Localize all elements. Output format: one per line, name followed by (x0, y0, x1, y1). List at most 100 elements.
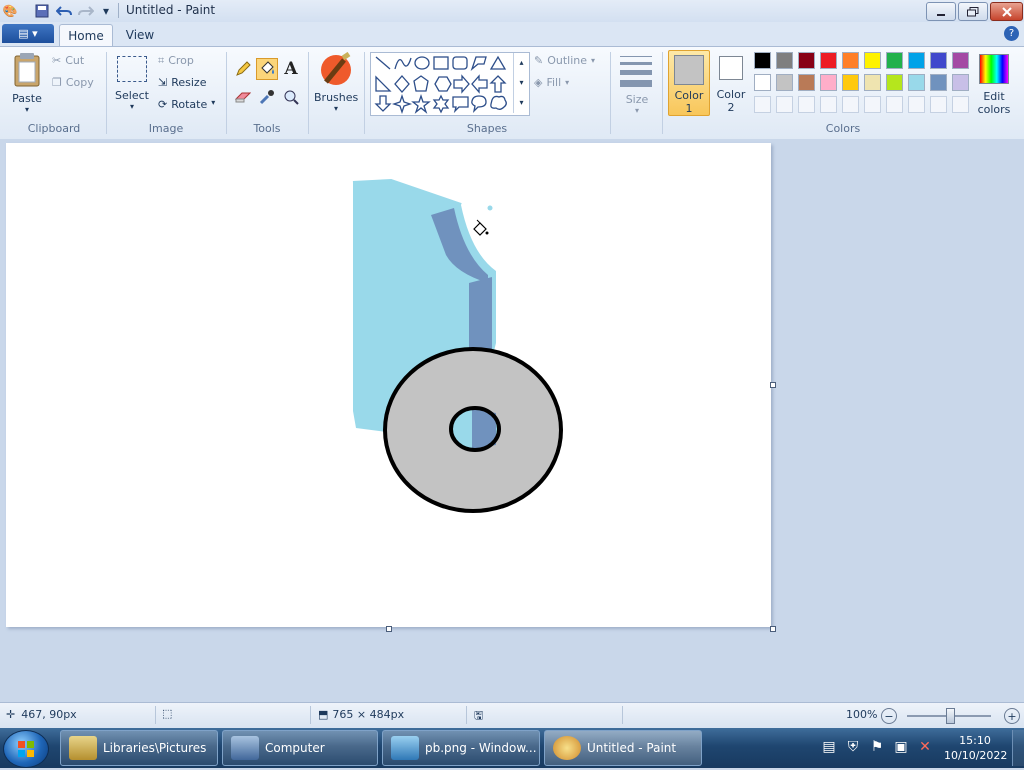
palette-swatch[interactable] (776, 74, 793, 91)
tray-volume-muted-icon[interactable]: ✕ (916, 738, 934, 756)
color-picker-tool[interactable] (256, 86, 278, 108)
paint-icon (553, 736, 581, 760)
tab-home[interactable]: Home (59, 24, 113, 47)
taskbar-item-libraries[interactable]: Libraries\Pictures (60, 730, 218, 766)
palette-swatch[interactable] (798, 52, 815, 69)
oval-callout-shape-icon (471, 95, 487, 113)
palette-swatch[interactable] (952, 74, 969, 91)
up-arrow-shape-icon (489, 75, 507, 93)
palette-swatch[interactable] (842, 74, 859, 91)
start-button[interactable] (3, 730, 49, 768)
triangle-shape-icon (489, 55, 507, 70)
rounded-rectangle-shape-icon (452, 56, 468, 70)
show-desktop-button[interactable] (1012, 730, 1024, 766)
brushes-button[interactable]: Brushes ▾ (314, 51, 358, 114)
eyedropper-icon (259, 90, 274, 105)
text-tool[interactable]: A (280, 58, 302, 80)
palette-swatch[interactable] (952, 52, 969, 69)
shapes-scroll[interactable]: ▴ ▾ ▾ (513, 53, 529, 113)
fill-icon: ◈ (534, 76, 543, 89)
tray-clipboard-icon[interactable]: ▤ (820, 738, 838, 756)
zoom-out-button[interactable]: − (881, 708, 897, 724)
copy-label: Copy (65, 76, 94, 89)
palette-swatch[interactable] (930, 74, 947, 91)
palette-swatch[interactable] (908, 74, 925, 91)
palette-swatch[interactable] (754, 74, 771, 91)
taskbar-item-label: Computer (265, 741, 325, 755)
palette-swatch[interactable] (886, 74, 903, 91)
undo-icon[interactable] (56, 3, 72, 19)
paste-button[interactable]: Paste ▾ (8, 52, 46, 114)
clock[interactable]: 15:10 10/10/2022 (944, 733, 1007, 763)
tray-network-icon[interactable]: ▣ (892, 738, 910, 756)
canvas-drawing (352, 178, 563, 513)
fill-tool[interactable] (256, 58, 278, 80)
outline-button[interactable]: ✎ Outline ▾ (534, 54, 595, 67)
palette-swatch[interactable] (930, 52, 947, 69)
drawing-canvas[interactable] (6, 143, 771, 627)
tray-security-icon[interactable]: ⛨ (844, 738, 862, 756)
tray-flag-icon[interactable]: ⚑ (868, 738, 886, 756)
magnifier-tool[interactable] (280, 86, 302, 108)
pencil-tool[interactable] (232, 58, 254, 80)
size-button[interactable]: Size ▾ (616, 52, 658, 115)
resize-handle-corner[interactable] (770, 626, 776, 632)
cut-button[interactable]: ✂ Cut (52, 54, 84, 67)
resize-handle-bottom[interactable] (386, 626, 392, 632)
palette-swatch[interactable] (886, 52, 903, 69)
eraser-tool[interactable] (232, 86, 254, 108)
redo-icon[interactable] (78, 3, 94, 19)
taskbar-item-computer[interactable]: Computer (222, 730, 378, 766)
palette-swatch[interactable] (820, 74, 837, 91)
taskbar-item-paint[interactable]: Untitled - Paint (544, 730, 702, 766)
zoom-slider-thumb[interactable] (946, 708, 955, 724)
resize-handle-right[interactable] (770, 382, 776, 388)
restore-button[interactable] (958, 2, 988, 21)
palette-swatch[interactable] (864, 52, 881, 69)
rotate-dropdown-icon: ▾ (211, 98, 216, 107)
palette-swatch[interactable] (798, 74, 815, 91)
palette-swatch[interactable] (820, 52, 837, 69)
cursor-position: ✛ 467, 90px (6, 708, 77, 721)
crop-icon: ⌗ (158, 54, 165, 67)
palette-swatch[interactable] (776, 52, 793, 69)
group-divider (226, 52, 227, 134)
file-size-icon: 🖫 (474, 709, 484, 722)
zoom-in-button[interactable]: + (1004, 708, 1020, 724)
color2-selector[interactable]: Color 2 (712, 50, 750, 116)
customize-qat-icon[interactable]: ▾ (98, 3, 114, 19)
palette-swatch[interactable] (842, 52, 859, 69)
resize-button[interactable]: ⇲ Resize (158, 76, 206, 89)
paint-menu-button[interactable]: ▤ ▾ (2, 24, 54, 43)
select-button[interactable]: Select ▾ (114, 54, 150, 111)
paint-app-icon[interactable]: 🎨 (2, 3, 18, 19)
tools-group-label: Tools (253, 122, 281, 135)
taskbar-item-label: Untitled - Paint (587, 741, 677, 755)
custom-color-slot (754, 96, 771, 113)
palette-swatch[interactable] (864, 74, 881, 91)
color1-selector[interactable]: Color 1 (668, 50, 710, 116)
shapes-gallery: ▴ ▾ ▾ (370, 52, 530, 116)
crop-button[interactable]: ⌗ Crop (158, 54, 194, 68)
palette-swatch[interactable] (754, 52, 771, 69)
rainbow-icon (979, 54, 1009, 84)
custom-color-slot (908, 96, 925, 113)
rounded-callout-shape-icon (452, 96, 469, 114)
minimize-button[interactable] (926, 2, 956, 21)
help-icon[interactable]: ? (1004, 26, 1019, 41)
down-arrow-shape-icon (374, 95, 392, 112)
select-dropdown-icon: ▾ (129, 102, 134, 111)
color1-swatch (674, 55, 704, 85)
fill-button[interactable]: ◈ Fill ▾ (534, 76, 569, 89)
edit-colors-button[interactable]: Edit colors (976, 52, 1012, 116)
save-icon[interactable] (34, 3, 50, 19)
taskbar-item-photo-viewer[interactable]: pb.png - Window... (382, 730, 540, 766)
rotate-button[interactable]: ⟳ Rotate ▾ (158, 98, 215, 111)
size-label: Size (625, 93, 649, 106)
copy-button[interactable]: ❐ Copy (52, 76, 94, 89)
palette-swatch[interactable] (908, 52, 925, 69)
brushes-dropdown-icon: ▾ (333, 104, 338, 113)
tab-view[interactable]: View (117, 24, 163, 46)
diamond-shape-icon (394, 75, 410, 93)
close-button[interactable] (990, 2, 1023, 21)
